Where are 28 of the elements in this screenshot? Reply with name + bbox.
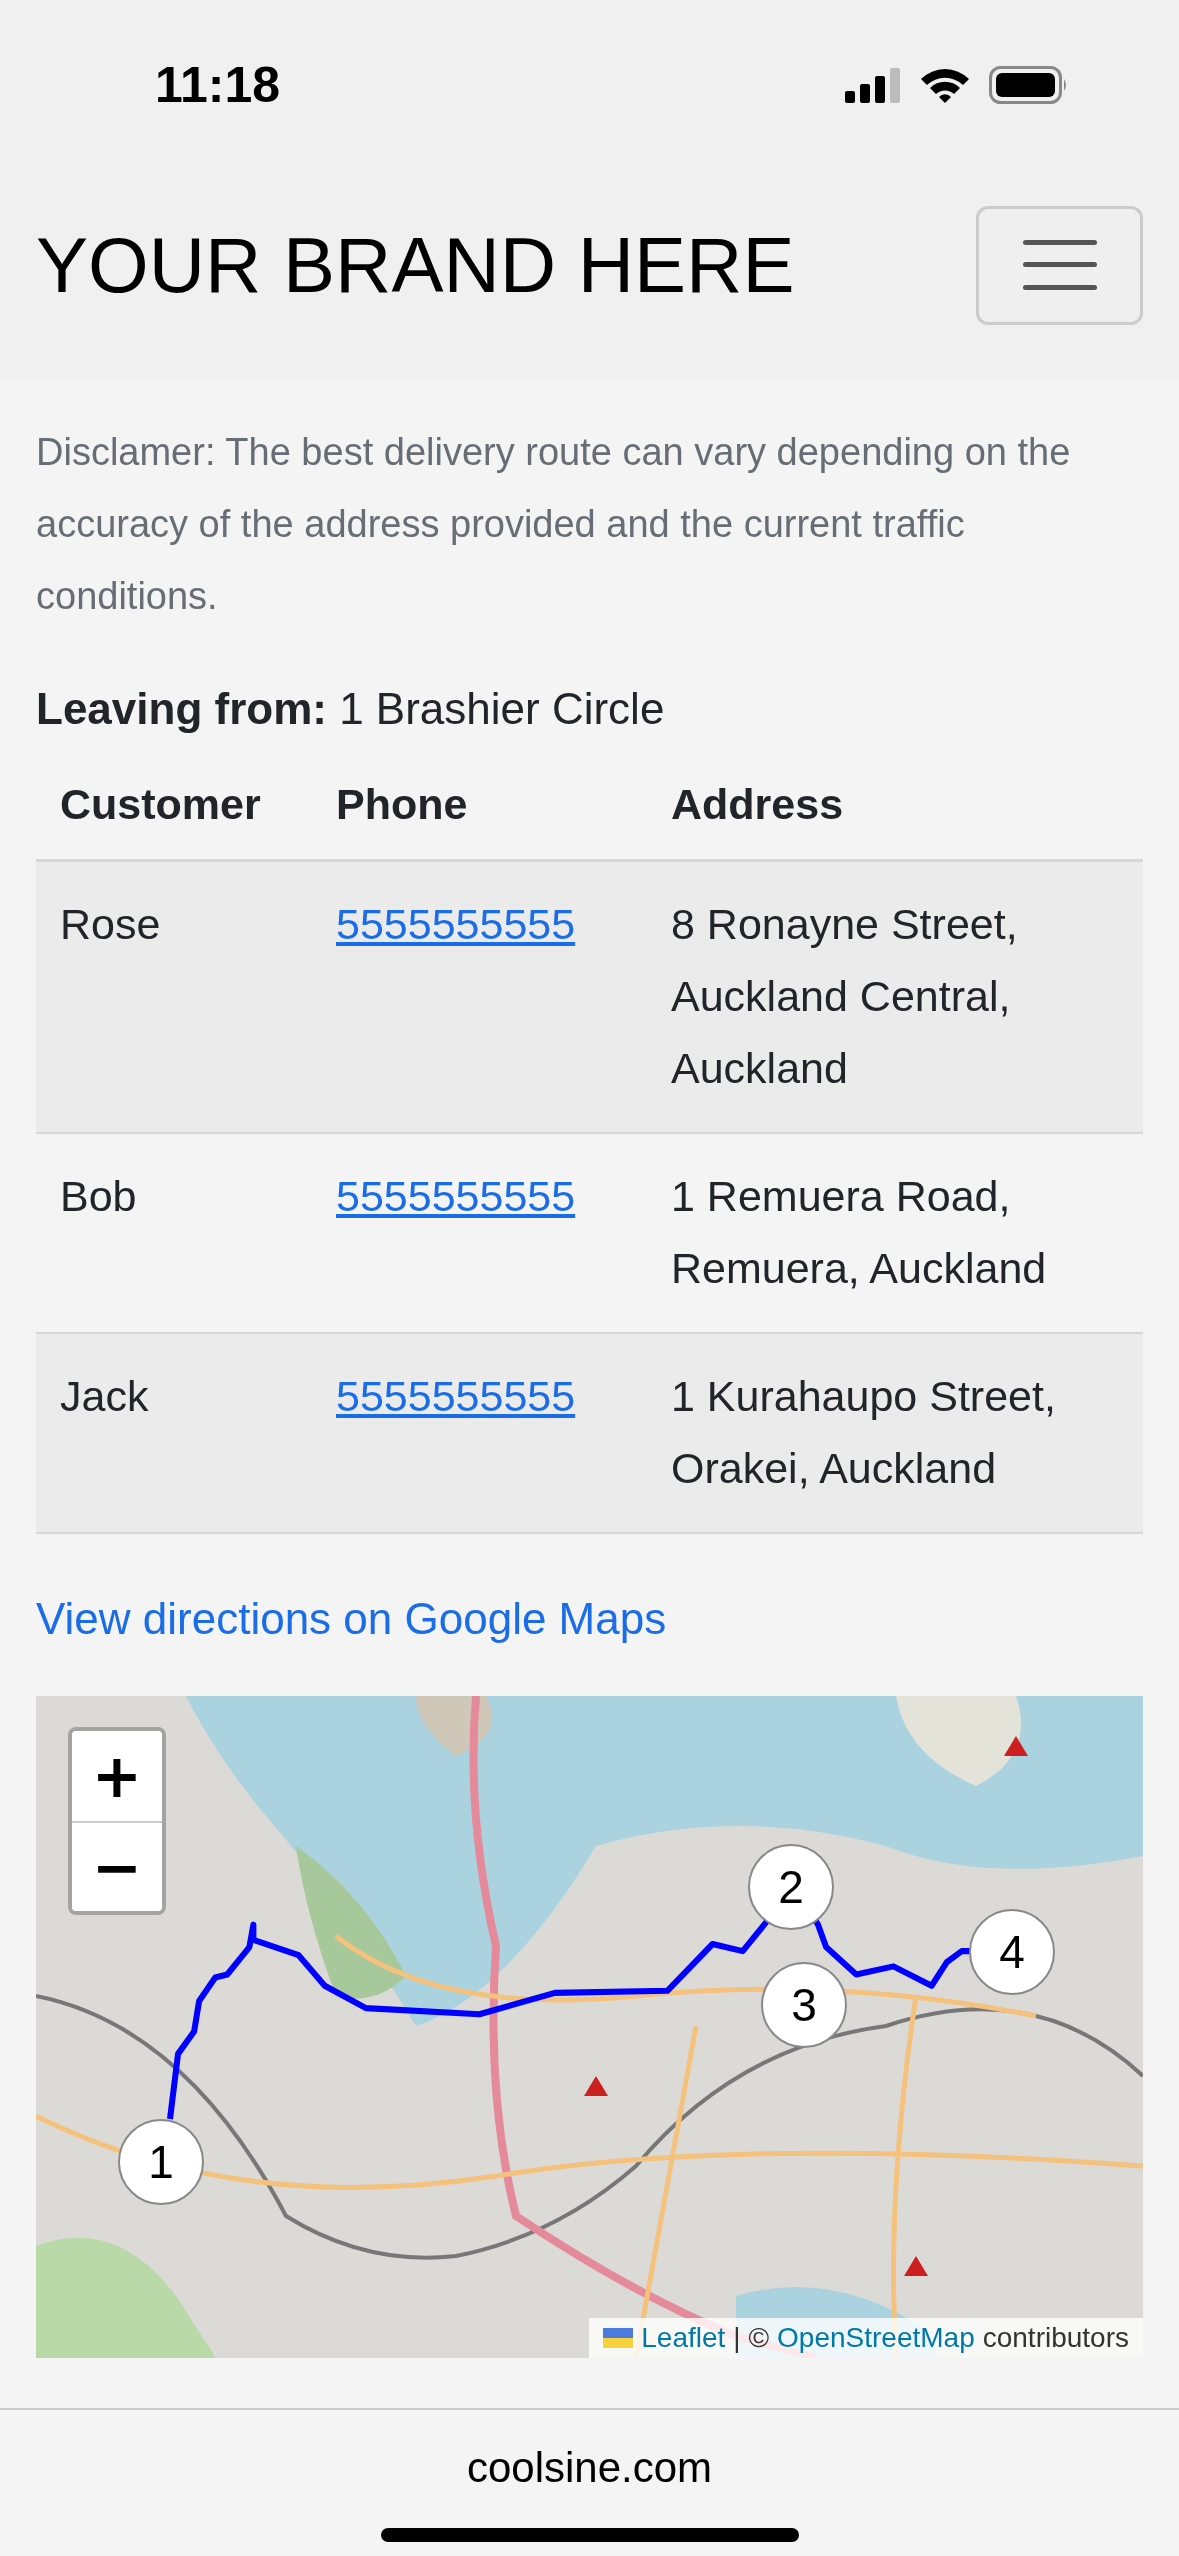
menu-button[interactable] [976,205,1143,325]
flag-icon [603,2328,634,2348]
table-cell: Rose [36,860,312,1133]
directions-link[interactable]: View directions on Google Maps [36,1594,667,1644]
openstreetmap-link[interactable]: OpenStreetMap [777,2322,975,2354]
table-cell: 1 Remuera Road, Remuera, Auckland [647,1133,1143,1333]
leaving-from-text: Leaving from: 1 Brashier Circle [36,684,666,734]
signal-icon [845,67,901,103]
menu-icon [1022,237,1097,293]
attribution-separator: | © [733,2322,770,2354]
wifi-icon [919,66,971,104]
disclaimer-text: Disclamer: The best delivery route can vary depending on the accuracy of the address provided and the current traffic conditions. [36,430,1072,619]
site-url: coolsine.com [466,2444,713,2492]
table-cell: 8 Ronayne Street, Auckland Central, Auckland [647,860,1143,1133]
leaflet-link[interactable]: Leaflet [641,2322,726,2354]
table-cell: Jack [36,1333,312,1533]
table-cell: 1 Kurahaupo Street, Orakei, Auckland [647,1333,1143,1533]
brand-title[interactable]: YOUR BRAND HERE [36,219,795,311]
phone-link[interactable]: 5555555555 [336,1372,576,1420]
status-time: 11:18 [155,56,281,114]
map[interactable]: + − 1 2 3 4 Leaflet | © OpenStreetMap contributors [36,1696,1143,2358]
phone-link[interactable]: 5555555555 [336,900,576,948]
battery-icon [989,66,1069,104]
zoom-out-button[interactable]: − [72,1821,162,1911]
attribution-text: contributors [982,2322,1129,2354]
zoom-in-button[interactable]: + [72,1731,162,1821]
table-cell: Bob [36,1133,312,1333]
phone-link[interactable]: 5555555555 [336,1172,576,1220]
